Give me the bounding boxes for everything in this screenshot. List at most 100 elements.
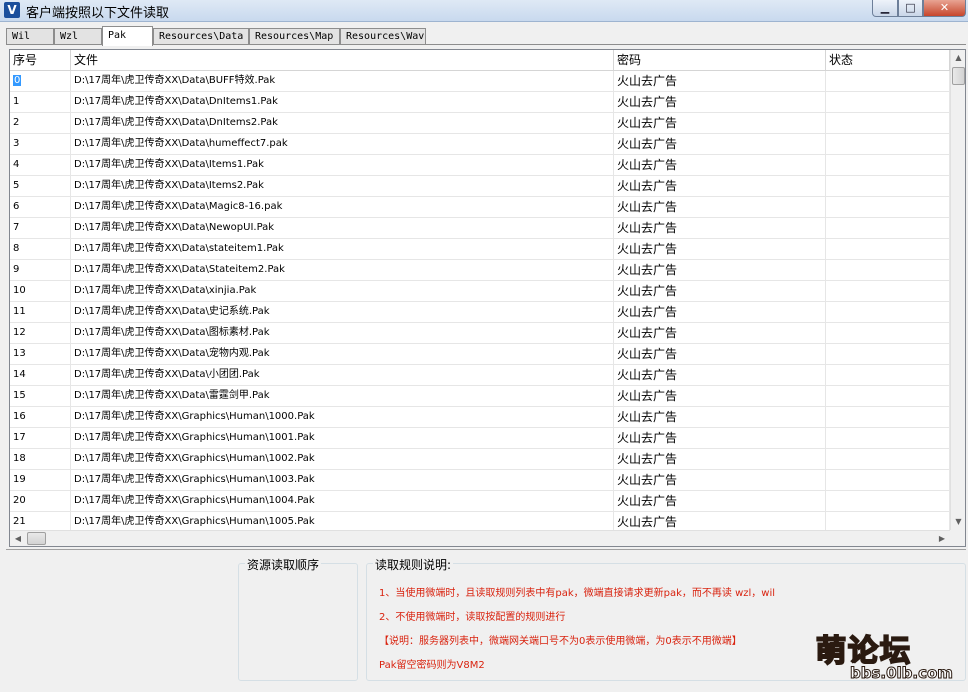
cell-file-text: D:\17周年\虎卫传奇XX\Data\雷霆剑甲.Pak [74,390,270,401]
table-row[interactable]: 16 D:\17周年\虎卫传奇XX\Graphics\Human\1000.Pak… [10,407,950,428]
cell-index: 13 [10,344,71,364]
scroll-right-arrow-icon[interactable]: ▶ [934,531,950,546]
scroll-up-arrow-icon[interactable]: ▲ [951,50,965,66]
cell-password: 火山去广告 [614,302,826,322]
cell-index: 7 [10,218,71,238]
cell-index: 18 [10,449,71,469]
table-row[interactable]: 11 D:\17周年\虎卫传奇XX\Data\史记系统.Pak 火山去广告 [10,302,950,323]
table-row[interactable]: 17 D:\17周年\虎卫传奇XX\Graphics\Human\1001.Pak… [10,428,950,449]
vertical-scroll-thumb[interactable] [952,67,965,85]
vertical-scrollbar[interactable]: ▲ ▼ [950,50,965,530]
table-row[interactable]: 8 D:\17周年\虎卫传奇XX\Data\stateitem1.Pak 火山去广告 [10,239,950,260]
cell-password: 火山去广告 [614,71,826,91]
cell-index: 11 [10,302,71,322]
table-row[interactable]: 4 D:\17周年\虎卫传奇XX\Data\Items1.Pak 火山去广告 [10,155,950,176]
cell-password-text: 火山去广告 [617,242,678,256]
cell-status [826,134,950,154]
cell-index: 16 [10,407,71,427]
cell-password-text: 火山去广告 [617,473,678,487]
cell-index-text: 1 [13,96,20,107]
table-row[interactable]: 19 D:\17周年\虎卫传奇XX\Graphics\Human\1003.Pak… [10,470,950,491]
maximize-button[interactable]: □ [898,0,923,17]
cell-status [826,113,950,133]
cell-index: 2 [10,113,71,133]
horizontal-scroll-thumb[interactable] [27,532,46,545]
tab-pak[interactable]: Pak [102,26,153,46]
cell-index-text: 2 [13,117,20,128]
cell-password: 火山去广告 [614,92,826,112]
table-row[interactable]: 9 D:\17周年\虎卫传奇XX\Data\Stateitem2.Pak 火山去广告 [10,260,950,281]
cell-file-text: D:\17周年\虎卫传奇XX\Data\图标素材.Pak [74,327,270,338]
table-row[interactable]: 20 D:\17周年\虎卫传奇XX\Graphics\Human\1004.Pak… [10,491,950,512]
table-row[interactable]: 2 D:\17周年\虎卫传奇XX\Data\DnItems2.Pak 火山去广告 [10,113,950,134]
table-row[interactable]: 12 D:\17周年\虎卫传奇XX\Data\图标素材.Pak 火山去广告 [10,323,950,344]
rule-line-3: 【说明：服务器列表中，微端网关端口号不为0表示使用微端，为0表示不用微端】 [379,636,742,647]
tab-wzl[interactable]: Wzl [54,28,102,44]
table-row[interactable]: 10 D:\17周年\虎卫传奇XX\Data\xinjia.Pak 火山去广告 [10,281,950,302]
cell-file: D:\17周年\虎卫传奇XX\Data\DnItems2.Pak [71,113,614,133]
table-row[interactable]: 14 D:\17周年\虎卫传奇XX\Data\小团团.Pak 火山去广告 [10,365,950,386]
cell-index: 12 [10,323,71,343]
cell-status [826,260,950,280]
resource-order-group: 资源读取顺序 [238,556,358,681]
table-row[interactable]: 0 D:\17周年\虎卫传奇XX\Data\BUFF特效.Pak 火山去广告 [10,71,950,92]
table-row[interactable]: 15 D:\17周年\虎卫传奇XX\Data\雷霆剑甲.Pak 火山去广告 [10,386,950,407]
cell-file: D:\17周年\虎卫传奇XX\Graphics\Human\1004.Pak [71,491,614,511]
cell-file: D:\17周年\虎卫传奇XX\Data\小团团.Pak [71,365,614,385]
cell-file: D:\17周年\虎卫传奇XX\Data\图标素材.Pak [71,323,614,343]
resource-order-label: 资源读取顺序 [245,556,322,573]
table-row[interactable]: 18 D:\17周年\虎卫传奇XX\Graphics\Human\1002.Pak… [10,449,950,470]
cell-password-text: 火山去广告 [617,494,678,508]
cell-file-text: D:\17周年\虎卫传奇XX\Graphics\Human\1004.Pak [74,495,315,506]
table-row[interactable]: 13 D:\17周年\虎卫传奇XX\Data\宠物内观.Pak 火山去广告 [10,344,950,365]
close-button[interactable]: ✕ [923,0,966,17]
cell-password: 火山去广告 [614,512,826,532]
scroll-down-arrow-icon[interactable]: ▼ [951,514,965,530]
table-row[interactable]: 5 D:\17周年\虎卫传奇XX\Data\Items2.Pak 火山去广告 [10,176,950,197]
cell-file: D:\17周年\虎卫传奇XX\Data\humeffect7.pak [71,134,614,154]
cell-status [826,71,950,91]
cell-file: D:\17周年\虎卫传奇XX\Data\Items2.Pak [71,176,614,196]
cell-status [826,176,950,196]
tab-resources-map[interactable]: Resources\Map [249,28,340,44]
cell-file: D:\17周年\虎卫传奇XX\Data\史记系统.Pak [71,302,614,322]
cell-password-text: 火山去广告 [617,200,678,214]
cell-file-text: D:\17周年\虎卫传奇XX\Data\BUFF特效.Pak [74,75,276,86]
cell-index: 10 [10,281,71,301]
cell-index-text: 18 [13,453,26,464]
tab-resources-wav[interactable]: Resources\Wav [340,28,426,44]
minimize-button[interactable]: ▁ [872,0,898,17]
horizontal-scrollbar[interactable]: ◀ ▶ [10,530,950,546]
scrollbar-corner [950,530,965,546]
tab-resources-data[interactable]: Resources\Data [153,28,249,44]
column-header-file[interactable]: 文件 [71,50,614,70]
table-row[interactable]: 1 D:\17周年\虎卫传奇XX\Data\DnItems1.Pak 火山去广告 [10,92,950,113]
cell-password-text: 火山去广告 [617,95,678,109]
table-row[interactable]: 3 D:\17周年\虎卫传奇XX\Data\humeffect7.pak 火山去广告 [10,134,950,155]
column-header-index[interactable]: 序号 [10,50,71,70]
tab-wil[interactable]: Wil [6,28,54,44]
cell-file: D:\17周年\虎卫传奇XX\Graphics\Human\1003.Pak [71,470,614,490]
cell-file-text: D:\17周年\虎卫传奇XX\Data\Stateitem2.Pak [74,264,285,275]
column-header-password[interactable]: 密码 [614,50,826,70]
cell-index-text: 12 [13,327,26,338]
cell-password: 火山去广告 [614,407,826,427]
file-list[interactable]: 序号 文件 密码 状态 0 D:\17周年\虎卫传奇XX\Data\BUFF特效.… [9,49,966,547]
cell-status [826,218,950,238]
list-rows: 0 D:\17周年\虎卫传奇XX\Data\BUFF特效.Pak 火山去广告 1 D:\… [10,71,950,533]
title-bar: V 客户端按照以下文件读取 ▁ □ ✕ [0,0,968,22]
table-row[interactable]: 6 D:\17周年\虎卫传奇XX\Data\Magic8-16.pak 火山去广告 [10,197,950,218]
column-header-status[interactable]: 状态 [826,50,950,70]
cell-file-text: D:\17周年\虎卫传奇XX\Data\史记系统.Pak [74,306,270,317]
cell-password: 火山去广告 [614,323,826,343]
cell-file: D:\17周年\虎卫传奇XX\Data\DnItems1.Pak [71,92,614,112]
cell-status [826,323,950,343]
cell-password: 火山去广告 [614,218,826,238]
scroll-left-arrow-icon[interactable]: ◀ [10,531,26,546]
cell-password: 火山去广告 [614,113,826,133]
cell-file: D:\17周年\虎卫传奇XX\Data\雷霆剑甲.Pak [71,386,614,406]
cell-status [826,428,950,448]
cell-password-text: 火山去广告 [617,221,678,235]
table-row[interactable]: 7 D:\17周年\虎卫传奇XX\Data\NewopUI.Pak 火山去广告 [10,218,950,239]
cell-password-text: 火山去广告 [617,347,678,361]
